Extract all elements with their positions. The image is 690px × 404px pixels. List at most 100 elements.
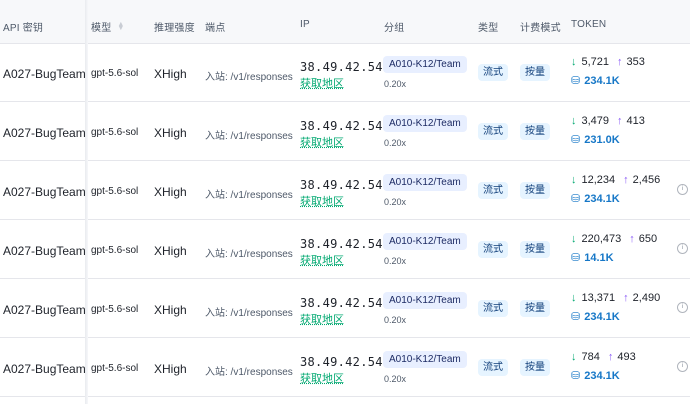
arrow-up-icon: ↑ xyxy=(629,233,635,245)
cache-tokens: 234.1K xyxy=(584,75,620,87)
arrow-down-icon: ↓ xyxy=(571,351,577,363)
endpoint-cell: 入站: /v1/responses xyxy=(205,249,293,260)
billing-tag: 按量 xyxy=(520,300,550,317)
endpoint-cell: 入站: /v1/responses xyxy=(205,308,293,319)
cache-icon: ⛁ xyxy=(571,311,581,323)
type-tag: 流式 xyxy=(478,182,508,199)
cache-tokens: 14.1K xyxy=(584,252,614,264)
endpoint-cell: 入站: /v1/responses xyxy=(205,367,293,378)
endpoint-cell: 入站: /v1/responses xyxy=(205,72,293,83)
table-row: A027-BugTeam gpt-5.6-sol XHigh 入站: /v1/r… xyxy=(0,161,690,220)
arrow-up-icon: ↑ xyxy=(623,174,629,186)
billing-tag: 按量 xyxy=(520,64,550,81)
cache-icon: ⛁ xyxy=(571,134,581,146)
model-cell: gpt-5.6-sol xyxy=(91,127,139,138)
table-row: A027-BugTeam gpt-5.6-sol XHigh 入站: /v1/r… xyxy=(0,220,690,279)
ip-address: 38.49.42.54 xyxy=(300,296,383,310)
model-cell: gpt-5.6-sol xyxy=(91,304,139,315)
info-icon[interactable]: i xyxy=(677,184,688,195)
arrow-down-icon: ↓ xyxy=(571,115,577,127)
reasoning-effort-cell: XHigh xyxy=(154,185,187,199)
table-row: A027-BugTeam gpt-5.6-sol XHigh 入站: /v1/r… xyxy=(0,279,690,338)
arrow-down-icon: ↓ xyxy=(571,56,577,68)
cache-icon: ⛁ xyxy=(571,252,581,264)
info-icon[interactable]: i xyxy=(677,243,688,254)
header-type: 类型 xyxy=(478,23,499,34)
ip-address: 38.49.42.54 xyxy=(300,60,383,74)
output-tokens: 353 xyxy=(626,56,645,68)
ip-address: 38.49.42.54 xyxy=(300,119,383,133)
group-tag: A010-K12/Team xyxy=(383,351,467,368)
token-io: ↓ 220,473 ↑ 650 xyxy=(571,233,657,245)
api-key-cell: A027-BugTeam xyxy=(3,303,86,317)
type-tag: 流式 xyxy=(478,241,508,258)
billing-tag: 按量 xyxy=(520,359,550,376)
reasoning-effort-cell: XHigh xyxy=(154,244,187,258)
reasoning-effort-cell: XHigh xyxy=(154,362,187,376)
token-io: ↓ 5,721 ↑ 353 xyxy=(571,56,645,68)
group-tag: A010-K12/Team xyxy=(383,233,467,250)
header-ip: IP xyxy=(300,19,310,30)
sort-icon[interactable]: ▲ ▼ xyxy=(117,21,124,32)
group-ratio: 0.20x xyxy=(384,374,407,384)
header-model-label: 模型 xyxy=(91,23,112,34)
token-cache: ⛁ 14.1K xyxy=(571,251,614,264)
arrow-up-icon: ↑ xyxy=(617,56,623,68)
input-tokens: 5,721 xyxy=(581,56,610,68)
model-cell: gpt-5.6-sol xyxy=(91,245,139,256)
endpoint-cell: 入站: /v1/responses xyxy=(205,190,293,201)
table-row: A027-BugTeam gpt-5.6-sol XHigh 入站: /v1/r… xyxy=(0,338,690,397)
header-reasoning: 推理强度 xyxy=(154,23,195,34)
input-tokens: 3,479 xyxy=(581,115,610,127)
get-region-link[interactable]: 获取地区 xyxy=(300,252,344,268)
header-group: 分组 xyxy=(384,23,405,34)
input-tokens: 784 xyxy=(581,351,600,363)
cache-tokens: 234.1K xyxy=(584,193,620,205)
arrow-down-icon: ↓ xyxy=(571,233,577,245)
model-cell: gpt-5.6-sol xyxy=(91,363,139,374)
arrow-up-icon: ↑ xyxy=(623,292,629,304)
group-tag: A010-K12/Team xyxy=(383,174,467,191)
cache-icon: ⛁ xyxy=(571,370,581,382)
header-billing: 计费模式 xyxy=(520,23,561,34)
group-ratio: 0.20x xyxy=(384,79,407,89)
token-io: ↓ 12,234 ↑ 2,456 xyxy=(571,174,660,186)
usage-log-table: API 密钥 模型 ▲ ▼ 推理强度 端点 IP 分组 类型 计费模式 TOKEN … xyxy=(0,0,690,404)
table-row: A027-BugTeam gpt-5.6-sol XHigh 入站: /v1/r… xyxy=(0,43,690,102)
get-region-link[interactable]: 获取地区 xyxy=(300,370,344,386)
reasoning-effort-cell: XHigh xyxy=(154,303,187,317)
output-tokens: 413 xyxy=(626,115,645,127)
cache-tokens: 231.0K xyxy=(584,134,620,146)
group-ratio: 0.20x xyxy=(384,197,407,207)
cache-icon: ⛁ xyxy=(571,193,581,205)
api-key-cell: A027-BugTeam xyxy=(3,67,86,81)
info-icon[interactable]: i xyxy=(677,361,688,372)
get-region-link[interactable]: 获取地区 xyxy=(300,134,344,150)
fixed-column-divider xyxy=(85,0,88,404)
api-key-cell: A027-BugTeam xyxy=(3,244,86,258)
cache-tokens: 234.1K xyxy=(584,311,620,323)
input-tokens: 12,234 xyxy=(581,174,616,186)
header-model[interactable]: 模型 ▲ ▼ xyxy=(91,19,125,34)
group-ratio: 0.20x xyxy=(384,138,407,148)
group-tag: A010-K12/Team xyxy=(383,292,467,309)
model-cell: gpt-5.6-sol xyxy=(91,186,139,197)
get-region-link[interactable]: 获取地区 xyxy=(300,193,344,209)
get-region-link[interactable]: 获取地区 xyxy=(300,75,344,91)
header-token: TOKEN xyxy=(571,19,607,30)
output-tokens: 2,490 xyxy=(632,292,661,304)
api-key-cell: A027-BugTeam xyxy=(3,362,86,376)
token-io: ↓ 13,371 ↑ 2,490 xyxy=(571,292,660,304)
get-region-link[interactable]: 获取地区 xyxy=(300,311,344,327)
table-header: API 密钥 模型 ▲ ▼ 推理强度 端点 IP 分组 类型 计费模式 TOKEN xyxy=(0,0,690,44)
token-cache: ⛁ 231.0K xyxy=(571,133,620,146)
ip-address: 38.49.42.54 xyxy=(300,178,383,192)
output-tokens: 493 xyxy=(617,351,636,363)
type-tag: 流式 xyxy=(478,64,508,81)
token-io: ↓ 3,479 ↑ 413 xyxy=(571,115,645,127)
header-endpoint: 端点 xyxy=(205,23,226,34)
model-cell: gpt-5.6-sol xyxy=(91,68,139,79)
token-cache: ⛁ 234.1K xyxy=(571,74,620,87)
billing-tag: 按量 xyxy=(520,241,550,258)
info-icon[interactable]: i xyxy=(677,302,688,313)
